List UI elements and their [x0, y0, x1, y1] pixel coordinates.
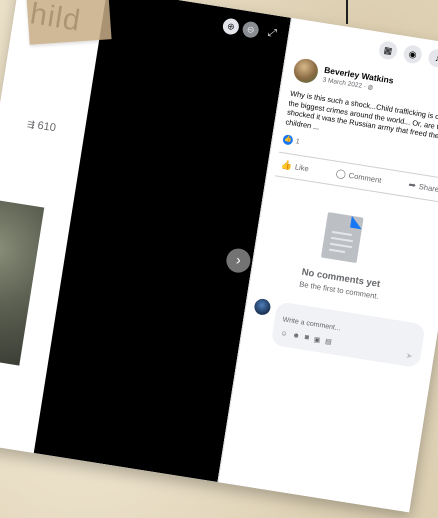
document-line — [329, 242, 353, 249]
emoji-icon[interactable]: ☻ — [292, 332, 300, 341]
speech-bubble-icon: ◯ — [335, 167, 347, 180]
top-bar-icons: ▦ ◉ ♪ — [377, 40, 438, 69]
sticker-icon[interactable]: ▤ — [325, 337, 333, 346]
like-button[interactable]: 👍 Like — [280, 159, 310, 174]
like-label: Like — [294, 162, 310, 174]
screenshot-print: hild ⇶610 ⊕ ⊖ ⤢ › ▦ ◉ ♪ Beverley Watkins… — [0, 0, 438, 513]
thumbs-up-icon: 👍 — [280, 159, 293, 171]
avatar-sticker-icon[interactable]: ☺ — [280, 330, 288, 339]
comment-label: Comment — [348, 170, 383, 185]
send-icon[interactable]: ➤ — [405, 351, 413, 361]
author-avatar[interactable] — [292, 57, 320, 85]
author-block: Beverley Watkins 3 March 2022 · ◍ — [322, 64, 394, 94]
comment-button[interactable]: ◯ Comment — [335, 168, 382, 186]
fullscreen-icon[interactable]: ⤢ — [263, 24, 281, 42]
messenger-icon[interactable]: ◉ — [402, 44, 424, 65]
bell-icon[interactable]: ♪ — [427, 47, 438, 69]
camera-icon[interactable]: ◙ — [304, 334, 309, 343]
current-user-avatar[interactable] — [253, 297, 272, 317]
globe-icon: · ◍ — [363, 82, 374, 92]
share-button[interactable]: ➦ Share — [408, 179, 438, 195]
composer-tools: ☺ ☻ ◙ ▣ ▤ — [280, 330, 333, 346]
share-label: Share — [418, 181, 438, 195]
reaction-summary[interactable]: 👍 1 — [282, 134, 300, 147]
feed-image-thumbnail[interactable] — [0, 198, 45, 366]
document-fold — [350, 216, 364, 230]
menu-grid-icon[interactable]: ▦ — [377, 40, 399, 61]
comment-composer: ☺ ☻ ◙ ▣ ▤ ➤ — [249, 297, 426, 369]
document-line — [329, 248, 346, 254]
hanging-string — [346, 0, 348, 24]
document-line — [330, 236, 353, 243]
comment-box[interactable]: ☺ ☻ ◙ ▣ ▤ ➤ — [270, 301, 426, 369]
zoom-out-icon[interactable]: ⊖ — [241, 20, 260, 39]
like-reaction-icon: 👍 — [282, 134, 294, 146]
reaction-count: 1 — [295, 137, 301, 146]
gif-icon[interactable]: ▣ — [313, 335, 321, 344]
post-text: Why is this such a shock...Child traffic… — [285, 88, 438, 142]
post-actions: 👍 Like ◯ Comment ➦ Share — [275, 151, 438, 203]
share-icon: ⇶ — [26, 118, 36, 130]
share-count-value: 610 — [36, 119, 57, 135]
share-arrow-icon: ➦ — [407, 179, 417, 191]
zoom-in-icon[interactable]: ⊕ — [221, 17, 241, 36]
tape-strip — [26, 0, 112, 45]
share-count: ⇶610 — [26, 118, 56, 134]
next-photo-button[interactable]: › — [224, 246, 253, 275]
document-icon — [320, 212, 364, 264]
document-line — [331, 230, 352, 237]
